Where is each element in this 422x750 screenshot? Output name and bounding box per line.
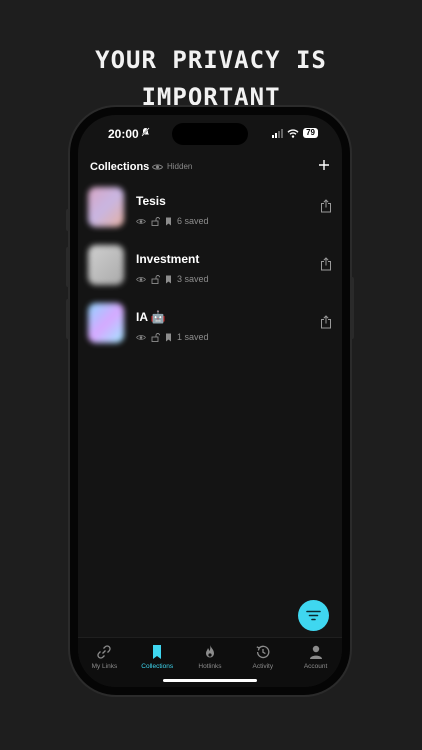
wifi-icon — [287, 128, 299, 138]
flame-icon — [205, 645, 214, 658]
collection-title: IA 🤖 — [136, 310, 166, 324]
tab-label: Collections — [141, 663, 174, 670]
phone-power-button — [350, 277, 354, 339]
unlock-icon — [151, 332, 160, 342]
tab-label: Account — [303, 663, 328, 670]
bell-muted-icon — [141, 127, 150, 139]
phone-volume-down-button — [66, 299, 70, 339]
eye-icon — [136, 218, 146, 224]
tab-label: Activity — [252, 663, 274, 670]
dynamic-island — [172, 123, 248, 145]
collection-thumbnail — [88, 187, 124, 227]
share-icon — [321, 199, 331, 213]
collection-meta: 3 saved — [136, 274, 209, 284]
phone-mute-button — [66, 209, 70, 231]
collection-title: Investment — [136, 252, 200, 266]
saved-count: 6 saved — [177, 216, 209, 226]
history-icon — [256, 645, 270, 659]
bookmark-icon — [166, 333, 171, 341]
collection-thumbnail — [88, 303, 124, 343]
phone-screen: 20:00 79 Collections Hidden Tesis 6 save… — [78, 115, 342, 687]
eye-icon — [136, 276, 146, 282]
collection-meta: 6 saved — [136, 216, 209, 226]
tab-label: My Links — [91, 663, 118, 670]
saved-count: 3 saved — [177, 274, 209, 284]
collection-row[interactable]: IA 🤖 1 saved — [78, 303, 342, 361]
collection-thumbnail — [88, 245, 124, 285]
add-collection-button[interactable] — [318, 156, 330, 174]
collection-row[interactable]: Investment 3 saved — [78, 245, 342, 303]
eye-icon — [152, 163, 163, 170]
signal-icon — [272, 128, 284, 138]
hidden-label: Hidden — [167, 162, 193, 171]
status-time: 20:00 — [108, 127, 139, 141]
phone-volume-up-button — [66, 247, 70, 287]
eye-icon — [136, 334, 146, 340]
share-icon — [321, 257, 331, 271]
saved-count: 1 saved — [177, 332, 209, 342]
phone-frame: 20:00 79 Collections Hidden Tesis 6 save… — [66, 107, 354, 695]
collections-header: Collections Hidden — [90, 159, 330, 177]
page-title: Collections — [90, 161, 150, 173]
headline-line-1: YOUR PRIVACY IS — [95, 46, 327, 74]
unlock-icon — [151, 216, 160, 226]
link-icon — [97, 645, 112, 659]
collections-list: Tesis 6 saved Investment 3 saved IA 🤖 1 … — [78, 187, 342, 361]
filter-button[interactable] — [298, 600, 329, 631]
person-icon — [309, 645, 322, 659]
bookmark-icon — [166, 275, 171, 283]
share-button[interactable] — [320, 257, 332, 276]
home-indicator[interactable] — [163, 679, 257, 682]
collection-row[interactable]: Tesis 6 saved — [78, 187, 342, 245]
collection-title: Tesis — [136, 194, 166, 208]
plus-icon — [319, 160, 329, 170]
tab-account[interactable]: Account — [289, 638, 342, 687]
battery-indicator: 79 — [303, 128, 318, 138]
share-button[interactable] — [320, 199, 332, 218]
filter-icon — [306, 610, 321, 621]
bookmark-icon — [153, 645, 162, 659]
share-icon — [321, 315, 331, 329]
hidden-toggle[interactable]: Hidden — [152, 162, 192, 171]
tab-my-links[interactable]: My Links — [78, 638, 131, 687]
tab-label: Hotlinks — [198, 663, 222, 670]
share-button[interactable] — [320, 315, 332, 334]
unlock-icon — [151, 274, 160, 284]
bookmark-icon — [166, 217, 171, 225]
collection-meta: 1 saved — [136, 332, 209, 342]
